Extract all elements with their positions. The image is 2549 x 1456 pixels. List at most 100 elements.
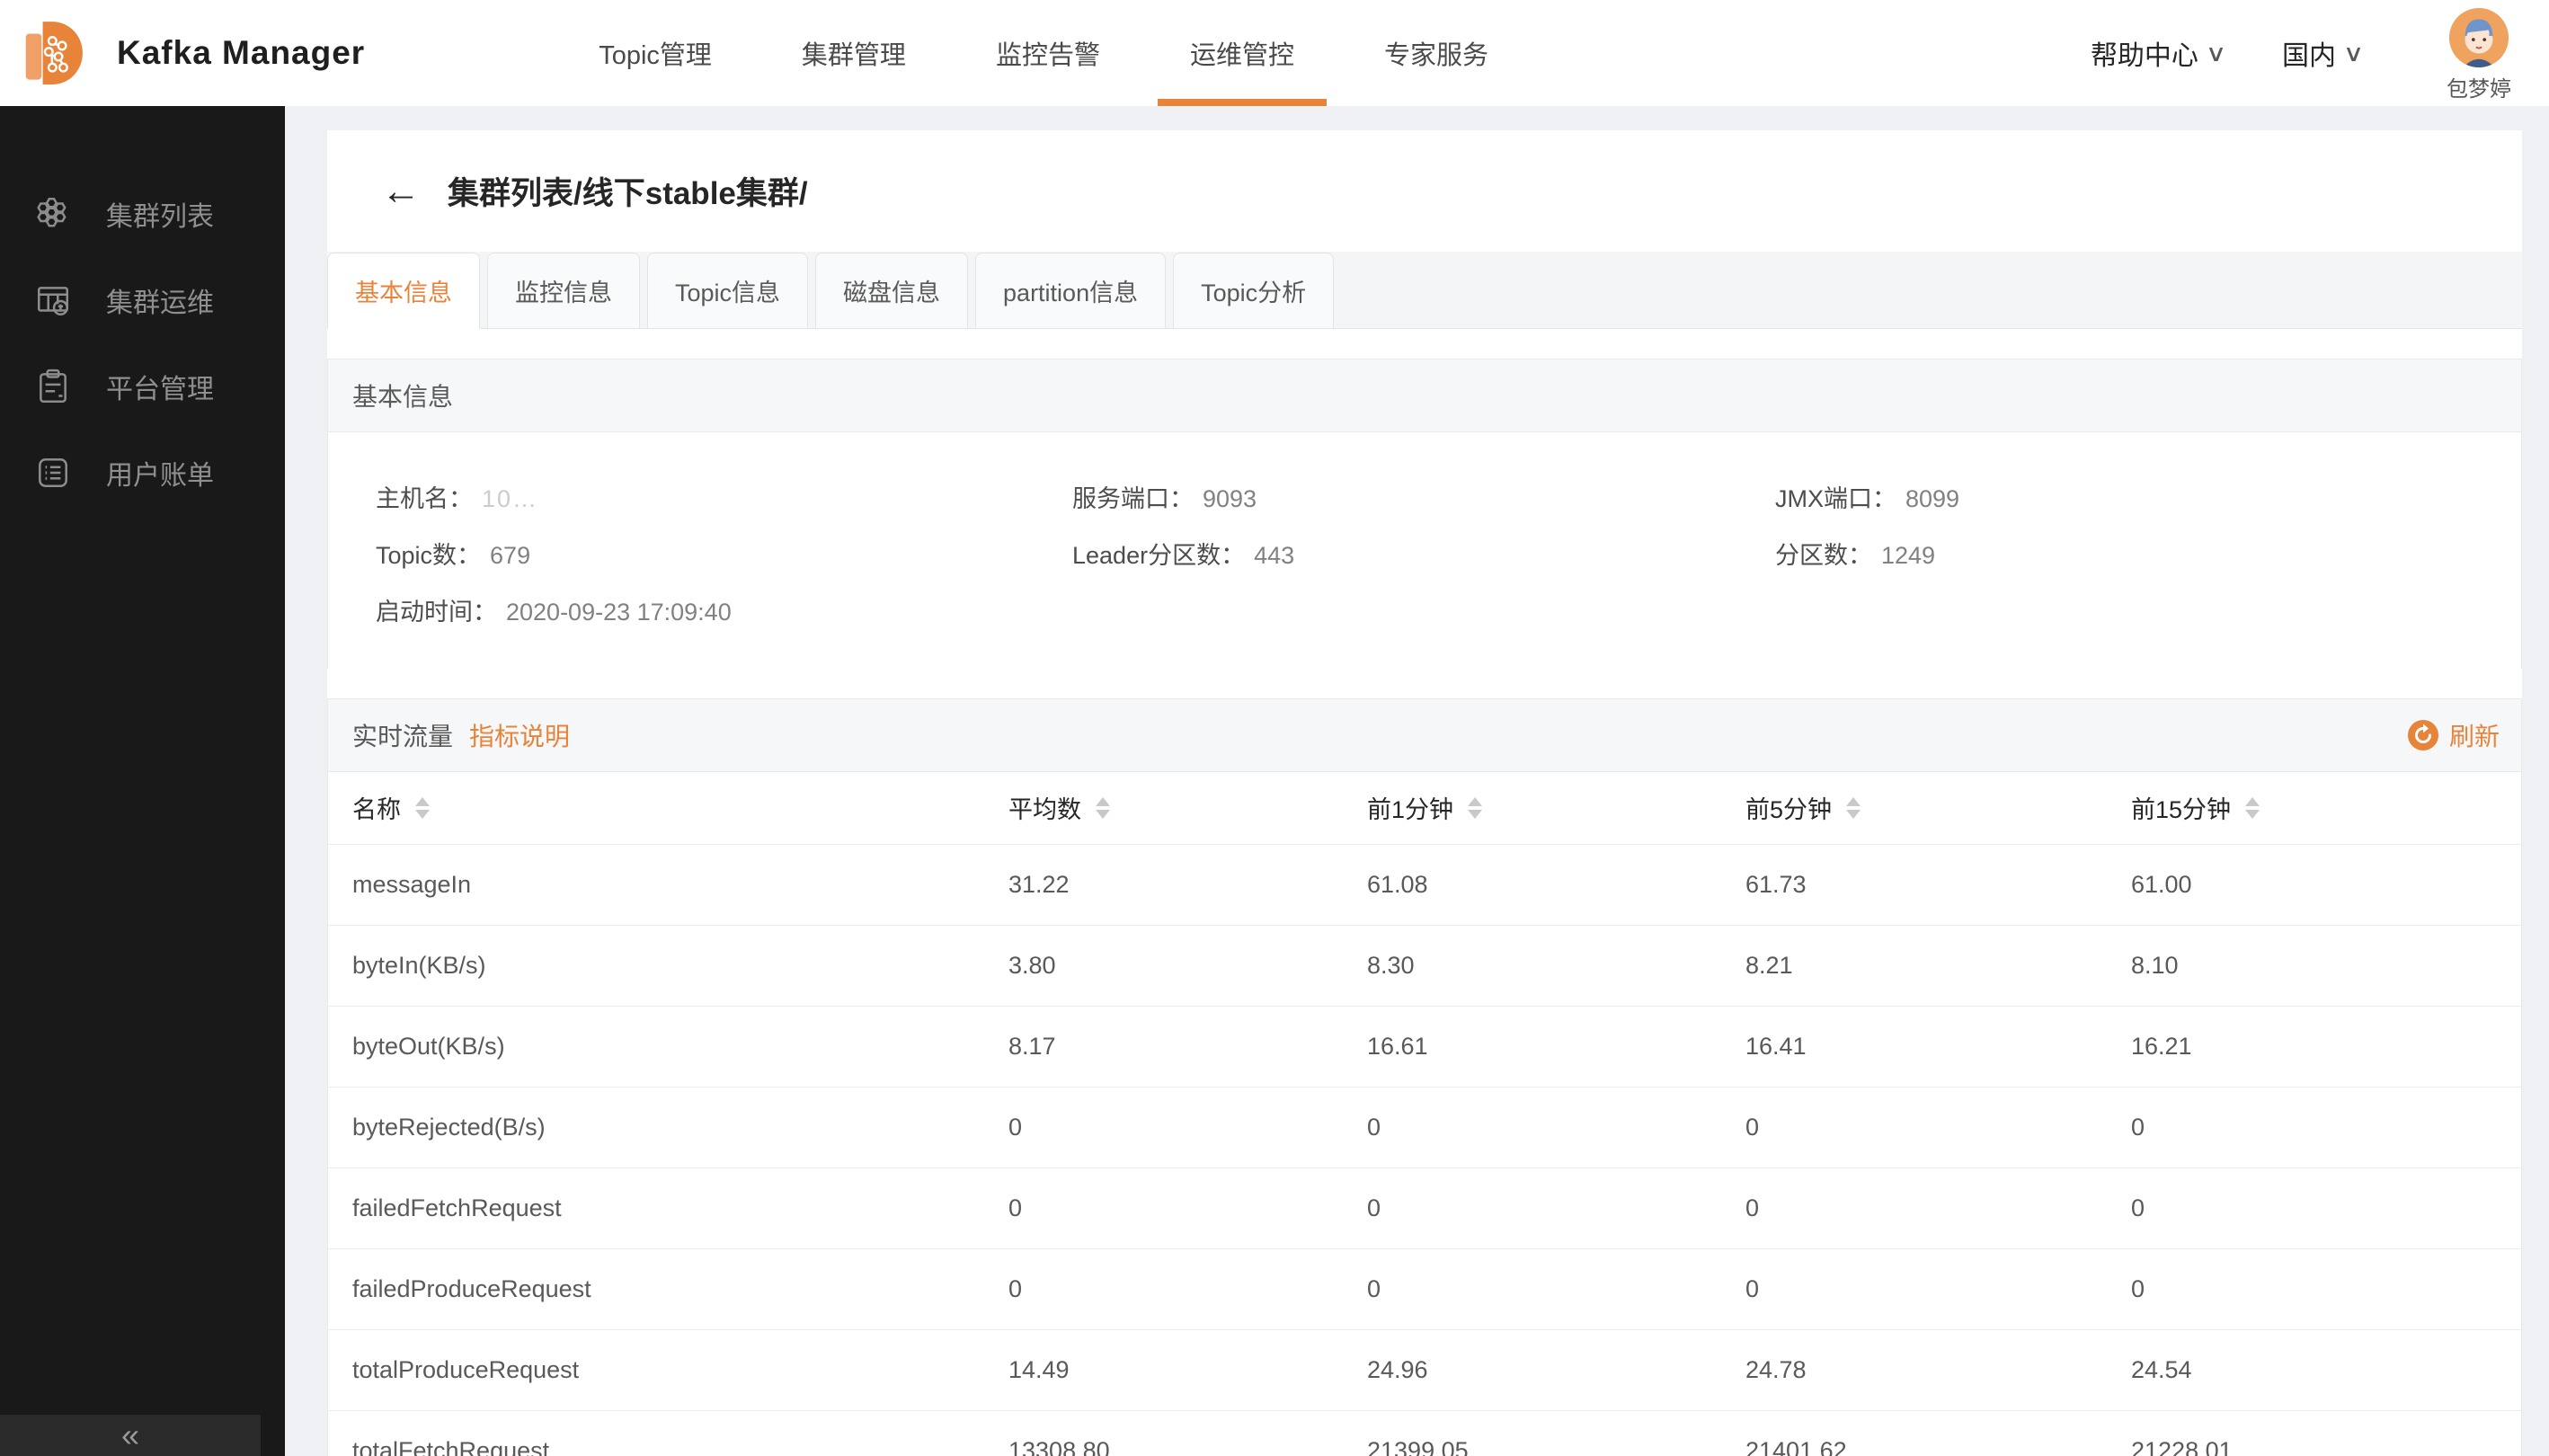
tab-monitor-info[interactable]: 监控信息: [487, 253, 640, 329]
table-row: failedProduceRequest 0 0 0 0: [328, 1248, 2521, 1329]
sort-asc-icon: [1846, 797, 1861, 806]
metric-name-cell: messageIn: [328, 844, 984, 925]
field-partition-count: 分区数： 1249: [1775, 536, 2521, 571]
column-header-average[interactable]: 平均数: [984, 772, 1343, 844]
table-row: totalFetchRequest 13308.80 21399.05 2140…: [328, 1410, 2521, 1456]
column-header-last-1min[interactable]: 前1分钟: [1343, 772, 1721, 844]
metric-5min-cell: 0: [1721, 1167, 2107, 1248]
sort-desc-icon: [1468, 810, 1482, 819]
brand: Kafka Manager: [16, 14, 365, 92]
sort-control[interactable]: [2245, 797, 2260, 819]
metric-1min-cell: 8.30: [1343, 925, 1721, 1006]
metric-name-cell: byteRejected(B/s): [328, 1087, 984, 1167]
help-center-menu[interactable]: 帮助中心 ∨: [2091, 33, 2225, 73]
metric-name-cell: failedProduceRequest: [328, 1248, 984, 1329]
tab-topic-info[interactable]: Topic信息: [647, 253, 808, 329]
nav-item-ops[interactable]: 运维管控: [1158, 0, 1327, 106]
metric-name-cell: failedFetchRequest: [328, 1167, 984, 1248]
table-row: byteRejected(B/s) 0 0 0 0: [328, 1087, 2521, 1167]
collapse-icon: «: [121, 1419, 139, 1452]
metric-name-cell: totalFetchRequest: [328, 1410, 984, 1456]
content-card: ← 集群列表/线下stable集群/ 基本信息 监控信息 Topic信息 磁盘信…: [327, 130, 2522, 1456]
tab-disk-info[interactable]: 磁盘信息: [815, 253, 968, 329]
metric-5min-cell: 0: [1721, 1248, 2107, 1329]
metric-avg-cell: 0: [984, 1167, 1343, 1248]
chevron-down-icon: ∨: [2343, 40, 2365, 67]
sort-control[interactable]: [1846, 797, 1861, 819]
metric-name-cell: byteOut(KB/s): [328, 1006, 984, 1087]
table-row: byteOut(KB/s) 8.17 16.61 16.41 16.21: [328, 1006, 2521, 1087]
metric-5min-cell: 24.78: [1721, 1329, 2107, 1410]
nav-item-topic[interactable]: Topic管理: [566, 0, 744, 106]
tab-basic-info[interactable]: 基本信息: [327, 253, 480, 329]
sort-control[interactable]: [1468, 797, 1482, 819]
column-header-last-15min[interactable]: 前15分钟: [2107, 772, 2521, 844]
metric-5min-cell: 0: [1721, 1087, 2107, 1167]
table-row: byteIn(KB/s) 3.80 8.30 8.21 8.10: [328, 925, 2521, 1006]
nav-item-monitor[interactable]: 监控告警: [964, 0, 1132, 106]
user-bill-icon: [34, 454, 72, 492]
sort-desc-icon: [1846, 810, 1861, 819]
metric-5min-cell: 8.21: [1721, 925, 2107, 1006]
realtime-traffic-table: 名称 平均数 前1分钟 前5分钟: [328, 772, 2521, 1456]
metric-1min-cell: 0: [1343, 1087, 1721, 1167]
metric-avg-cell: 3.80: [984, 925, 1343, 1006]
nav-item-expert[interactable]: 专家服务: [1352, 0, 1521, 106]
metric-1min-cell: 0: [1343, 1248, 1721, 1329]
sidebar-collapse-button[interactable]: «: [0, 1415, 261, 1456]
table-row: failedFetchRequest 0 0 0 0: [328, 1167, 2521, 1248]
main-content: ← 集群列表/线下stable集群/ 基本信息 监控信息 Topic信息 磁盘信…: [285, 106, 2549, 1456]
top-nav: Topic管理 集群管理 监控告警 运维管控 专家服务: [554, 0, 1533, 106]
panel-title: 基本信息: [352, 377, 453, 413]
top-navbar: Kafka Manager Topic管理 集群管理 监控告警 运维管控 专家服…: [0, 0, 2549, 106]
field-hostname: 主机名： 10…: [376, 479, 1072, 514]
metric-avg-cell: 0: [984, 1087, 1343, 1167]
metric-avg-cell: 8.17: [984, 1006, 1343, 1087]
metric-5min-cell: 61.73: [1721, 844, 2107, 925]
sidebar-item-cluster-ops[interactable]: 集群运维: [0, 257, 285, 343]
table-row: messageIn 31.22 61.08 61.73 61.00: [328, 844, 2521, 925]
user-menu[interactable]: 包梦婷: [2447, 4, 2511, 102]
sort-control[interactable]: [1096, 797, 1110, 819]
sidebar-item-user-bill[interactable]: 用户账单: [0, 430, 285, 516]
metric-1min-cell: 61.08: [1343, 844, 1721, 925]
metric-15min-cell: 16.21: [2107, 1006, 2521, 1087]
field-jmx-port: JMX端口： 8099: [1775, 479, 2521, 514]
field-leader-partition-count: Leader分区数： 443: [1072, 536, 1775, 571]
refresh-button[interactable]: 刷新: [2408, 717, 2500, 753]
column-header-name[interactable]: 名称: [328, 772, 984, 844]
cluster-list-icon: [34, 195, 72, 233]
sort-control[interactable]: [415, 797, 430, 819]
tab-topic-analysis[interactable]: Topic分析: [1173, 253, 1334, 329]
sidebar: 集群列表 集群运维 平台管理 用户账单: [0, 106, 285, 1456]
sort-desc-icon: [1096, 810, 1110, 819]
nav-item-cluster[interactable]: 集群管理: [769, 0, 938, 106]
metric-help-link[interactable]: 指标说明: [469, 717, 570, 753]
sort-desc-icon: [2245, 810, 2260, 819]
metric-15min-cell: 61.00: [2107, 844, 2521, 925]
metric-15min-cell: 21228.01: [2107, 1410, 2521, 1456]
hostname-value-redacted: 10…: [482, 485, 538, 513]
breadcrumb-row: ← 集群列表/线下stable集群/: [327, 130, 2522, 214]
sort-asc-icon: [1096, 797, 1110, 806]
sidebar-item-platform-manage[interactable]: 平台管理: [0, 343, 285, 430]
avatar: [2449, 8, 2509, 67]
metric-1min-cell: 16.61: [1343, 1006, 1721, 1087]
region-menu[interactable]: 国内 ∨: [2282, 33, 2362, 73]
table-header-row: 名称 平均数 前1分钟 前5分钟: [328, 772, 2521, 844]
chevron-down-icon: ∨: [2206, 40, 2227, 67]
metric-5min-cell: 21401.62: [1721, 1410, 2107, 1456]
metric-avg-cell: 13308.80: [984, 1410, 1343, 1456]
refresh-icon: [2408, 720, 2438, 750]
sort-asc-icon: [415, 797, 430, 806]
metric-name-cell: byteIn(KB/s): [328, 925, 984, 1006]
metric-15min-cell: 8.10: [2107, 925, 2521, 1006]
basic-info-panel-header: 基本信息: [328, 360, 2521, 432]
sidebar-item-cluster-list[interactable]: 集群列表: [0, 171, 285, 257]
sort-asc-icon: [1468, 797, 1482, 806]
table-row: totalProduceRequest 14.49 24.96 24.78 24…: [328, 1329, 2521, 1410]
metric-15min-cell: 24.54: [2107, 1329, 2521, 1410]
tab-partition-info[interactable]: partition信息: [975, 253, 1166, 329]
column-header-last-5min[interactable]: 前5分钟: [1721, 772, 2107, 844]
back-button[interactable]: ←: [381, 172, 421, 211]
